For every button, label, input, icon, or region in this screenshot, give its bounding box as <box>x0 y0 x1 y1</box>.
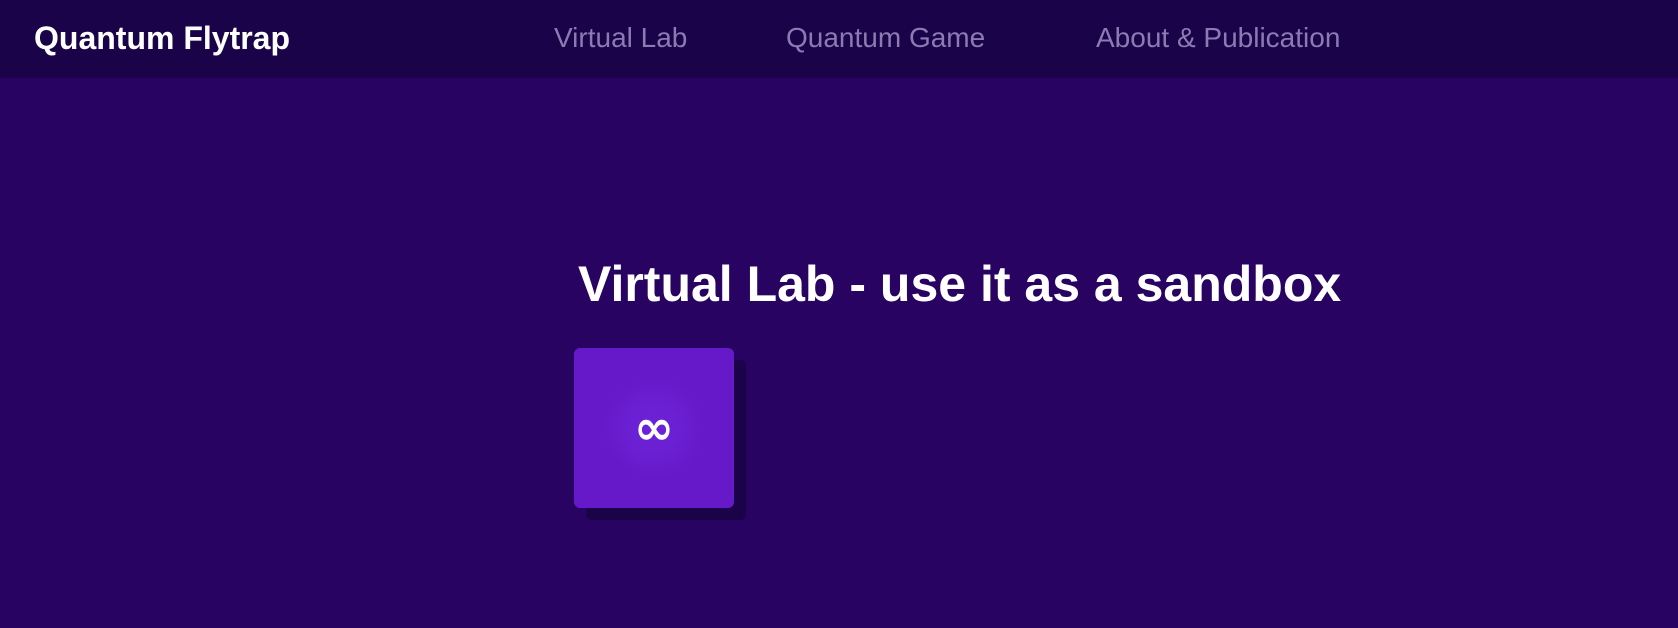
infinity-icon: ∞ <box>634 400 674 456</box>
nav-link-quantum-game[interactable]: Quantum Game <box>786 0 985 78</box>
brand-logo-link[interactable]: Quantum Flytrap <box>34 0 290 78</box>
sandbox-level-tile[interactable]: ∞ <box>574 348 734 508</box>
nav-link-about-publication[interactable]: About & Publication <box>1096 0 1340 78</box>
top-navbar: Quantum Flytrap Virtual Lab Quantum Game… <box>0 0 1678 78</box>
page-title: Virtual Lab - use it as a sandbox <box>578 256 1342 312</box>
nav-link-virtual-lab[interactable]: Virtual Lab <box>554 0 687 78</box>
